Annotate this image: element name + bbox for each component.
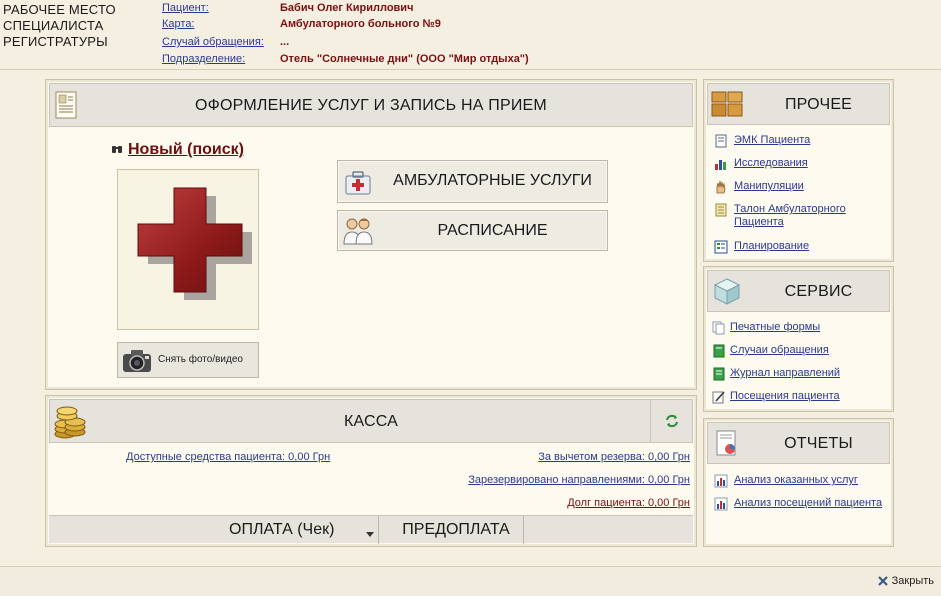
footer-bar: Закрыть [0, 566, 941, 596]
service-panel-title: СЕРВИС [784, 283, 853, 300]
visits-analysis-link[interactable]: Анализ посещений пациента [734, 497, 884, 510]
other-panel-title: ПРОЧЕЕ [784, 96, 853, 113]
reports-panel: ОТЧЕТЫ Анализ оказанных услуг Анализ пос… [703, 418, 894, 547]
payment-bar: ОПЛАТА (Чек) ПРЕДОПЛАТА [49, 515, 693, 544]
patient-debt-link[interactable]: Долг пациента: 0,00 Грн [567, 497, 690, 509]
payment-dropdown-button[interactable] [361, 516, 379, 544]
cash-desk-header: КАССА [49, 399, 693, 443]
new-search-link[interactable]: Новый (поиск) [128, 141, 244, 159]
services-analysis-link[interactable]: Анализ оказанных услуг [734, 474, 884, 487]
case-label[interactable]: Случай обращения: [162, 36, 264, 48]
close-label: Закрыть [891, 575, 934, 587]
referrals-journal-link[interactable]: Журнал направлений [730, 367, 880, 380]
header-bar: РАБОЧЕЕ МЕСТО СПЕЦИАЛИСТА РЕГИСТРАТУРЫ П… [0, 0, 941, 70]
report-chart-icon [714, 497, 728, 511]
after-reserve-link[interactable]: За вычетом резерва: 0,00 Грн [538, 451, 690, 463]
schedule-label: РАСПИСАНИЕ [437, 222, 548, 239]
bar-chart-icon [714, 157, 728, 171]
binoculars-icon [111, 143, 123, 158]
schedule-button[interactable]: РАСПИСАНИЕ [337, 210, 608, 251]
dropdown-arrow-icon [366, 528, 374, 540]
medical-record-icon [714, 134, 728, 148]
emr-link[interactable]: ЭМК Пациента [734, 134, 884, 147]
print-forms-icon [712, 321, 726, 335]
services-appointment-panel: ОФОРМЛЕНИЕ УСЛУГ И ЗАПИСЬ НА ПРИЕМ Новый… [45, 79, 697, 390]
ambulatory-services-label: АМБУЛАТОРНЫЕ УСЛУГИ [393, 172, 592, 189]
payment-check-button[interactable]: ОПЛАТА (Чек) [229, 516, 334, 544]
research-link[interactable]: Исследования [734, 157, 884, 170]
camera-icon [121, 346, 153, 377]
report-icon [714, 429, 740, 462]
cash-desk-title: КАССА [343, 413, 399, 430]
take-photo-button[interactable]: Снять фото/видео [117, 342, 259, 378]
card-label[interactable]: Карта: [162, 18, 195, 30]
green-book-icon [712, 344, 726, 358]
service-panel-header: СЕРВИС [707, 270, 890, 312]
ambulatory-ticket-link[interactable]: Талон Амбулаторного Пациента [734, 203, 884, 229]
first-aid-kit-icon [343, 167, 373, 200]
other-panel: ПРОЧЕЕ ЭМК Пациента Исследования Манипул… [703, 79, 894, 262]
patient-visits-link[interactable]: Посещения пациента [730, 390, 880, 403]
planning-link[interactable]: Планирование [734, 240, 884, 253]
reports-panel-title: ОТЧЕТЫ [784, 435, 853, 452]
patient-photo [117, 169, 259, 330]
visit-cases-link[interactable]: Случаи обращения [730, 344, 880, 357]
manipulations-link[interactable]: Манипуляции [734, 180, 884, 193]
report-chart-icon [714, 474, 728, 488]
reserved-link[interactable]: Зарезервировано направлениями: 0,00 Грн [468, 474, 690, 486]
cube-icon [712, 276, 742, 309]
refresh-icon [664, 413, 680, 432]
folders-icon [710, 88, 744, 123]
service-panel: СЕРВИС Печатные формы Случаи обращения Ж… [703, 266, 894, 412]
edit-icon [712, 390, 726, 404]
available-funds-link[interactable]: Доступные средства пациента: 0,00 Грн [126, 451, 330, 463]
card-value: Амбулаторного больного №9 [280, 18, 441, 30]
refresh-button[interactable] [650, 400, 692, 442]
close-icon [877, 575, 889, 590]
department-label[interactable]: Подразделение: [162, 53, 245, 65]
services-panel-header: ОФОРМЛЕНИЕ УСЛУГ И ЗАПИСЬ НА ПРИЕМ [49, 83, 693, 127]
reports-panel-header: ОТЧЕТЫ [707, 422, 890, 464]
cash-desk-panel: КАССА Доступные средства пациента: 0,00 … [45, 395, 697, 547]
services-panel-title: ОФОРМЛЕНИЕ УСЛУГ И ЗАПИСЬ НА ПРИЕМ [195, 97, 547, 114]
red-cross-icon [137, 187, 252, 300]
department-value: Отель "Солнечные дни" (ООО "Мир отдыха") [280, 53, 529, 65]
case-value: ... [280, 36, 290, 48]
other-panel-header: ПРОЧЕЕ [707, 83, 890, 125]
doctors-icon [342, 216, 374, 249]
workplace-title: РАБОЧЕЕ МЕСТО СПЕЦИАЛИСТА РЕГИСТРАТУРЫ [3, 2, 116, 49]
print-forms-link[interactable]: Печатные формы [730, 321, 880, 334]
prepayment-button[interactable]: ПРЕДОПЛАТА [389, 516, 524, 544]
close-button[interactable]: Закрыть [877, 575, 934, 587]
take-photo-label: Снять фото/видео [158, 354, 243, 365]
patient-value: Бабич Олег Кириллович [280, 2, 414, 14]
hand-icon [714, 180, 728, 194]
ambulatory-services-button[interactable]: АМБУЛАТОРНЫЕ УСЛУГИ [337, 160, 608, 203]
journal-icon [712, 367, 726, 381]
planning-icon [714, 240, 728, 254]
ticket-icon [714, 203, 728, 217]
patient-label[interactable]: Пациент: [162, 2, 209, 14]
